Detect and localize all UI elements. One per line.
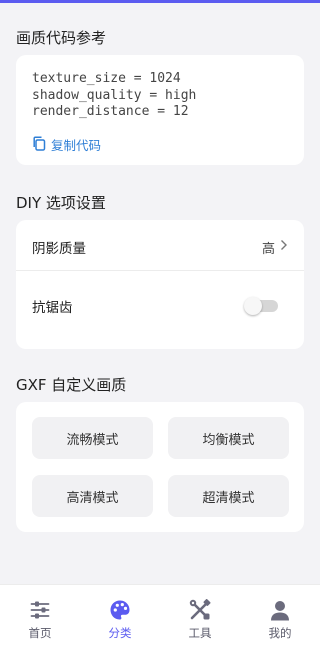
code-card: texture_size = 1024 shadow_quality = hig… [16, 55, 304, 165]
chevron-right-icon [280, 239, 288, 255]
nav-label-category: 分类 [108, 626, 132, 640]
mode-smooth-button[interactable]: 流畅模式 [32, 417, 153, 459]
nav-item-category[interactable]: 分类 [80, 585, 160, 646]
copy-code-button[interactable]: 复制代码 [32, 135, 101, 154]
anti-aliasing-label: 抗锯齿 [32, 300, 73, 316]
diy-section-title: DIY 选项设置 [16, 194, 106, 212]
toggle-knob [244, 297, 262, 315]
shadow-quality-value-group: 高 [262, 238, 288, 257]
copy-code-label: 复制代码 [51, 138, 102, 153]
copy-icon [32, 135, 46, 154]
row-divider [16, 270, 304, 271]
palette-icon [109, 599, 131, 621]
code-line: texture_size = 1024 [32, 71, 181, 86]
mode-ultra-hd-button[interactable]: 超清模式 [168, 475, 289, 517]
gxf-modes-card: 流畅模式 均衡模式 高清模式 超清模式 [16, 402, 304, 532]
code-block: texture_size = 1024 shadow_quality = hig… [32, 71, 196, 121]
diy-settings-card: 阴影质量 高 抗锯齿 [16, 220, 304, 349]
code-section-title: 画质代码参考 [16, 29, 107, 47]
user-icon [269, 599, 291, 621]
nav-item-tools[interactable]: 工具 [160, 585, 240, 646]
top-accent-bar [0, 0, 320, 3]
nav-item-profile[interactable]: 我的 [240, 585, 320, 646]
app-screen: 画质代码参考 texture_size = 1024 shadow_qualit… [0, 0, 320, 646]
nav-label-profile: 我的 [268, 626, 292, 640]
mode-balanced-button[interactable]: 均衡模式 [168, 417, 289, 459]
nav-label-home: 首页 [28, 626, 52, 640]
tools-icon [189, 599, 211, 621]
code-line: render_distance = 12 [32, 104, 189, 119]
nav-label-tools: 工具 [188, 626, 212, 640]
anti-aliasing-toggle[interactable] [244, 297, 278, 315]
code-line: shadow_quality = high [32, 87, 197, 103]
sliders-icon [29, 599, 51, 621]
shadow-quality-value: 高 [261, 241, 275, 257]
shadow-quality-label: 阴影质量 [32, 241, 86, 257]
anti-aliasing-row: 抗锯齿 [16, 281, 304, 331]
mode-hd-button[interactable]: 高清模式 [32, 475, 153, 517]
nav-item-home[interactable]: 首页 [0, 585, 80, 646]
bottom-nav: 首页 分类 工具 我的 [0, 584, 320, 646]
shadow-quality-row[interactable]: 阴影质量 高 [16, 222, 304, 272]
gxf-section-title: GXF 自定义画质 [16, 376, 127, 394]
